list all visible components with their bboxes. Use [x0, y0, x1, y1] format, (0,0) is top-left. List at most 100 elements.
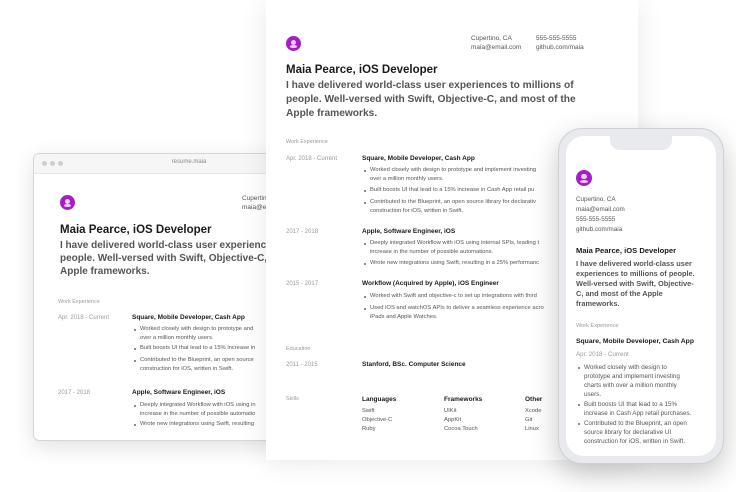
job-bullet: iPads and Apple Watches. — [370, 314, 438, 320]
job-bullet: Contributed to the Blueprint, an open — [584, 420, 687, 427]
contact-city: Cupertin — [242, 195, 267, 202]
summary-line: frameworks. — [576, 299, 620, 308]
job-bullet: Worked with Swift and objective-c to set… — [370, 293, 537, 299]
job-bullet: increase in the number of possible autom… — [140, 411, 256, 417]
section-heading: Skills — [286, 396, 299, 402]
job-title: Apple, Software Engineer, iOS — [362, 228, 456, 235]
job-dates: 2017 - 2018 — [58, 390, 91, 396]
phone-screen: Cupertino, CA maia@email.com 555-555-555… — [566, 136, 716, 456]
job-dates: Apr. 2018 - Current — [286, 156, 338, 162]
phone-mockup: Cupertino, CA maia@email.com 555-555-555… — [558, 128, 724, 464]
job-bullet: Worked closely with design to prototype … — [370, 167, 537, 173]
job-bullet: Wrote new integrations using Swift, resu… — [370, 260, 540, 266]
job-bullet: construction for iOS, written in Swift. — [140, 366, 234, 372]
job-bullet: Contributed to the Blueprint, an open so… — [370, 199, 536, 205]
bullet-dot — [134, 405, 136, 407]
phone-notch — [610, 136, 672, 150]
skill-item: Cocoa Touch — [444, 426, 478, 432]
bullet-dot — [134, 424, 136, 426]
job-bullet: over a million monthly users. — [140, 335, 214, 341]
job-title: Apple, Software Engineer, iOS — [132, 389, 226, 396]
contact-email[interactable]: maia@email.com — [576, 206, 625, 213]
skills-column-heading: Frameworks — [444, 396, 483, 403]
summary-line: C, and most of the Apple — [576, 289, 663, 298]
job-bullet: Deeply integrated Workflow with iOS usin… — [140, 402, 256, 408]
job-title: Workflow (Acquired by Apple), iOS Engine… — [362, 280, 499, 287]
contact-email[interactable]: maia@email.com — [471, 44, 521, 51]
education-dates: 2011 - 2015 — [286, 362, 318, 368]
skills-column-heading: Languages — [362, 396, 397, 403]
summary-line: I have delivered world-class user — [576, 259, 692, 268]
zoom-window-icon[interactable] — [58, 161, 63, 166]
job-bullet: over a million monthly users. — [370, 176, 444, 182]
bullet-dot — [364, 243, 366, 245]
job-title: Square, Mobile Developer, Cash App — [362, 155, 475, 162]
resume-name: Maia Pearce, iOS Developer — [286, 64, 438, 76]
summary-line: experiences to millions of people. — [576, 269, 695, 278]
job-bullet: Deeply integrated Workflow with iOS usin… — [370, 240, 540, 246]
browser-url[interactable]: resume.maia — [154, 159, 224, 165]
job-bullet: increase in Cash App retail purchases. — [584, 410, 692, 417]
job-bullet: source library for declarative UI — [584, 429, 672, 436]
bullet-dot — [578, 404, 580, 406]
summary-line: people. Well-versed with Swift, Objectiv… — [286, 94, 576, 105]
summary-line: people. Well-versed with Swift, Objectiv… — [60, 253, 268, 264]
contact-phone[interactable]: 555-555-5555 — [536, 35, 576, 42]
skill-item: UIKit — [444, 408, 457, 414]
summary-line: Apple frameworks. — [286, 108, 378, 119]
contact-city: Cupertino, CA — [471, 35, 512, 42]
job-dates: Apr. 2018 - Current — [58, 315, 110, 321]
skill-item: AppKit — [444, 417, 462, 423]
skills-column-heading: Other — [525, 396, 543, 403]
contact-github[interactable]: github.com/maia — [536, 44, 584, 51]
skill-item: Git — [525, 417, 533, 423]
section-heading: Work Experience — [576, 323, 619, 329]
summary-line: I have delivered world-class user experi… — [286, 80, 574, 91]
job-bullet: Contributed to the Blueprint, an open so… — [140, 357, 254, 363]
bullet-dot — [578, 423, 580, 425]
bullet-dot — [578, 367, 580, 369]
skill-item: Objective-C — [362, 417, 393, 423]
summary-line: I have delivered world-class user experi… — [60, 240, 272, 251]
job-bullet: Worked closely with design to — [584, 364, 667, 371]
job-bullet: Built boosts UI that lead to a 15% — [584, 401, 678, 408]
contact-city: Cupertino, CA — [576, 196, 616, 203]
section-heading: Education — [286, 346, 311, 352]
job-bullet: construction for iOS, written in Swift. — [584, 438, 686, 445]
summary-line: Well-versed with Swift, Objective- — [576, 279, 694, 288]
job-bullet: Built boosts UI that lead to a 15% incre… — [370, 187, 535, 193]
bullet-dot — [364, 190, 366, 192]
education-school: Stanford, BSc. Computer Science — [362, 361, 466, 368]
job-dates: 2017 - 2018 — [286, 229, 319, 235]
avatar — [576, 170, 592, 186]
bullet-dot — [134, 329, 136, 331]
job-bullet: Built boosts UI that lead to a 15% incre… — [140, 345, 256, 351]
bullet-dot — [364, 263, 366, 265]
section-heading: Work Experience — [286, 139, 328, 145]
avatar — [60, 195, 75, 210]
minimize-window-icon[interactable] — [50, 161, 55, 166]
job-dates: 2015 - 2017 — [286, 281, 319, 287]
job-bullet: construction for iOS, written in Swift. — [370, 208, 464, 214]
resume-name: Maia Pearce, iOS Developer — [576, 246, 677, 255]
job-bullet: Worked closely with design to prototype … — [140, 326, 254, 332]
job-bullet: Wrote new integrations using Swift, resu… — [140, 421, 254, 427]
job-title: Square, Mobile Developer, Cash App — [576, 338, 694, 345]
job-bullet: increase in the number of possible autom… — [370, 249, 494, 255]
section-heading: Work Experience — [58, 299, 100, 305]
job-bullet: charts with over a million monthly — [584, 382, 677, 389]
contact-phone[interactable]: 555-555-5555 — [576, 216, 615, 223]
job-title: Square, Mobile Developer, Cash App — [132, 314, 245, 321]
job-bullet: Used iOS and watchOS APIs to deliver a s… — [370, 305, 544, 311]
job-dates: Apr. 2018 - Current — [576, 351, 629, 358]
close-window-icon[interactable] — [42, 161, 47, 166]
bullet-dot — [364, 296, 366, 298]
job-bullet: users. — [584, 391, 602, 398]
bullet-dot — [364, 202, 366, 204]
skill-item: Ruby — [362, 426, 376, 432]
skill-item: Swift — [362, 408, 375, 414]
contact-github[interactable]: github.com/maia — [576, 226, 622, 233]
summary-line: Apple frameworks. — [60, 266, 150, 277]
bullet-dot — [134, 360, 136, 362]
bullet-dot — [134, 348, 136, 350]
